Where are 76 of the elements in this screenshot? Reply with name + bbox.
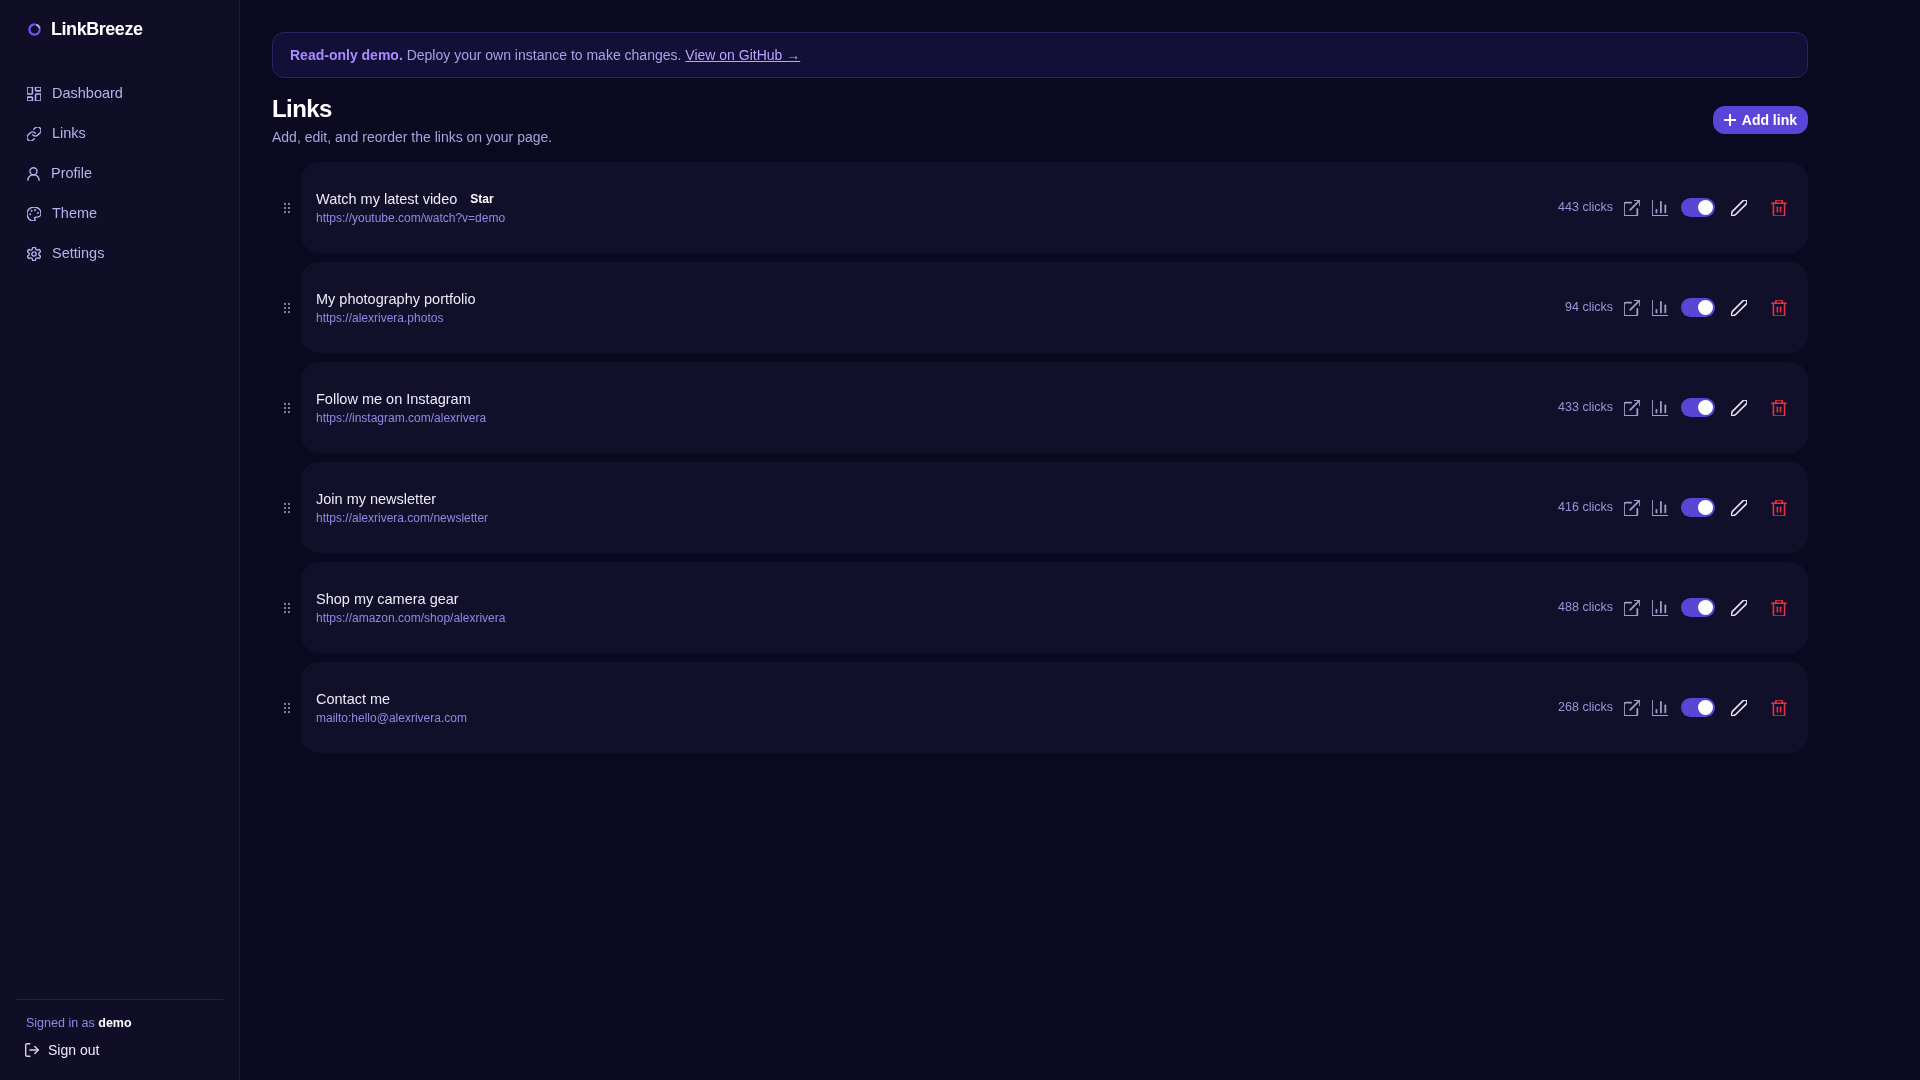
link-title: Contact me [316,689,391,709]
pencil-icon [1731,199,1747,216]
drag-handle-icon[interactable] [283,302,290,313]
page-title: Links [272,94,333,124]
link-title: My photography portfolio [316,289,476,309]
link-icon [27,127,41,141]
trash-icon [1771,299,1787,316]
sidebar-item[interactable]: Theme [0,194,239,234]
bar-chart-icon [1652,499,1668,516]
link-tag: Star [470,190,494,208]
trash-icon [1771,499,1787,516]
visibility-toggle[interactable] [1681,398,1715,417]
visibility-toggle[interactable] [1681,298,1715,317]
settings-icon [27,247,41,261]
visibility-toggle[interactable] [1681,198,1715,217]
visibility-toggle[interactable] [1681,498,1715,517]
link-url: mailto:hello@alexrivera.com [316,709,467,726]
click-count: 433 clicks [1558,399,1613,417]
notice-message: Read-only demo. Deploy your own instance to make changes. View on GitHub → [290,45,801,65]
bar-chart-icon [1652,299,1668,316]
link-url: https://instagram.com/alexrivera [316,409,487,426]
visibility-toggle[interactable] [1681,698,1715,717]
sign-out-icon [25,1043,39,1057]
pencil-icon [1731,699,1747,716]
page-subtitle: Add, edit, and reorder the links on your page. [272,128,553,147]
link-url: https://alexrivera.com/newsletter [316,509,489,526]
link-title: Join my newsletter [316,489,437,509]
drag-handle-icon[interactable] [283,502,290,513]
pencil-icon [1731,499,1747,516]
dashboard-grid-icon [27,87,41,101]
click-count: 443 clicks [1558,199,1613,217]
link-url: https://youtube.com/watch?v=demo [316,209,506,226]
drag-handle-icon[interactable] [283,402,290,413]
pencil-icon [1731,599,1747,616]
external-link-icon [1624,499,1640,516]
sidebar-item[interactable]: Profile [0,154,239,194]
github-link[interactable]: View on GitHub → [685,46,801,63]
sidebar-item[interactable]: Settings [0,234,239,274]
external-link-icon [1624,599,1640,616]
visibility-toggle[interactable] [1681,598,1715,617]
add-link-button[interactable]: Add link [1712,106,1808,134]
sidebar-item[interactable]: Dashboard [0,74,239,114]
click-count: 416 clicks [1558,499,1613,517]
click-count: 268 clicks [1558,699,1613,717]
trash-icon [1771,699,1787,716]
trash-icon [1771,199,1787,216]
palette-icon [27,207,41,221]
sidebar-item[interactable]: Links [0,114,239,154]
trash-icon [1771,599,1787,616]
link-url: https://amazon.com/shop/alexrivera [316,609,506,626]
click-count: 94 clicks [1565,299,1613,317]
bar-chart-icon [1652,399,1668,416]
link-title: Shop my camera gear [316,589,459,609]
plus-icon [1723,114,1736,126]
bar-chart-icon [1652,699,1668,716]
external-link-icon [1624,699,1640,716]
link-title: Watch my latest video [316,189,458,209]
link-title: Follow me on Instagram [316,389,471,409]
bar-chart-icon [1652,199,1668,216]
trash-icon [1771,399,1787,416]
click-count: 488 clicks [1558,599,1613,617]
external-link-icon [1624,399,1640,416]
external-link-icon [1624,299,1640,316]
user-icon [27,167,40,181]
sign-out-button[interactable]: Sign out [25,1036,100,1064]
pencil-icon [1731,399,1747,416]
drag-handle-icon[interactable] [283,702,290,713]
pencil-icon [1731,299,1747,316]
signed-in-text: Signed in as demo [25,1015,133,1032]
bar-chart-icon [1652,599,1668,616]
app-name: LinkBreeze [51,17,143,41]
external-link-icon [1624,199,1640,216]
drag-handle-icon[interactable] [283,602,290,613]
drag-handle-icon[interactable] [283,202,290,213]
link-url: https://alexrivera.photos [316,309,445,326]
logo-ring-icon [28,22,41,36]
